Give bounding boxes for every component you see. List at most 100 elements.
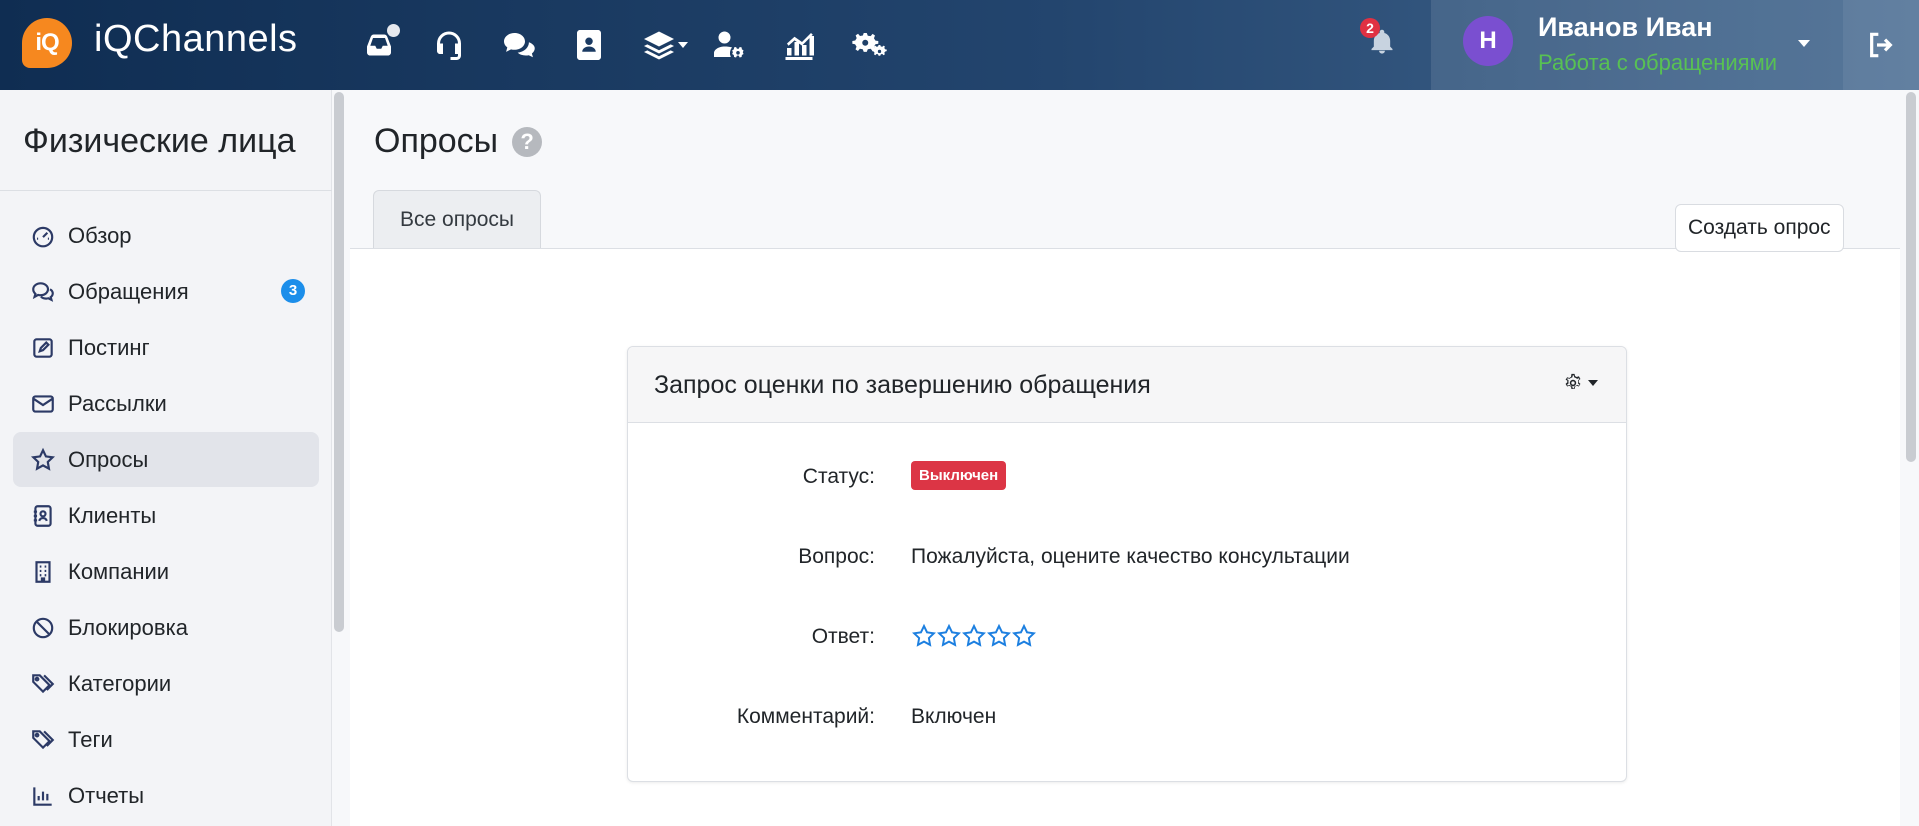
chevron-down-icon xyxy=(678,42,688,48)
user-name: Иванов Иван xyxy=(1538,12,1713,42)
sidebar-item-label: Отчеты xyxy=(68,782,145,808)
avatar: H xyxy=(1463,16,1513,66)
user-menu[interactable]: H Иванов Иван Работа с обращениями xyxy=(1431,0,1843,90)
nav-layers[interactable] xyxy=(624,24,694,66)
logo-text: iQ xyxy=(35,29,59,56)
sidebar-item-label: Обращения xyxy=(68,278,189,304)
rating-stars xyxy=(911,623,1036,649)
sidebar-item-reports[interactable]: Отчеты xyxy=(13,768,319,823)
contacts-icon xyxy=(577,30,601,60)
question-value: Пожалуйста, оцените качество консультаци… xyxy=(911,545,1350,568)
contact-card-icon xyxy=(33,504,52,527)
survey-settings-dropdown[interactable] xyxy=(1562,372,1598,394)
sidebar-item-companies[interactable]: Компании xyxy=(13,544,319,599)
ban-icon xyxy=(32,617,54,638)
brand-name[interactable]: iQChannels xyxy=(94,18,298,61)
star-icon xyxy=(962,623,986,647)
star-icon xyxy=(937,623,961,647)
headset-icon xyxy=(437,31,461,60)
survey-card: Запрос оценки по завершению обращения Ст… xyxy=(627,346,1627,782)
sidebar-item-label: Постинг xyxy=(68,334,150,360)
user-status: Работа с обращениями xyxy=(1538,50,1777,75)
sidebar-item-label: Рассылки xyxy=(68,390,167,416)
sidebar-item-surveys[interactable]: Опросы xyxy=(13,432,319,487)
tags-icon xyxy=(32,729,55,749)
inbox-unread-dot xyxy=(387,24,400,37)
question-label: Вопрос: xyxy=(798,545,875,568)
layers-icon xyxy=(644,31,674,60)
status-row: Статус: Выключен xyxy=(628,459,1628,499)
sidebar-item-label: Клиенты xyxy=(68,502,157,528)
answer-row: Ответ: xyxy=(628,619,1628,659)
sidebar-item-blocking[interactable]: Блокировка xyxy=(13,600,319,655)
sidebar-item-label: Блокировка xyxy=(68,614,188,640)
sidebar-item-posting[interactable]: Постинг xyxy=(13,320,319,375)
sidebar-item-label: Обзор xyxy=(68,222,132,248)
nav-inbox[interactable] xyxy=(344,24,414,66)
star-icon xyxy=(912,623,936,647)
chevron-down-icon xyxy=(1588,380,1598,386)
sidebar-item-label: Теги xyxy=(68,726,113,752)
answer-label: Ответ: xyxy=(811,625,875,648)
nav-user-settings[interactable] xyxy=(694,24,764,66)
create-survey-button[interactable]: Создать опрос xyxy=(1675,204,1844,252)
notifications-button[interactable]: 2 xyxy=(1360,18,1402,62)
nav-support[interactable] xyxy=(414,24,484,66)
user-cog-icon xyxy=(714,31,744,58)
nav-analytics[interactable] xyxy=(764,24,834,66)
iqchannels-logo[interactable]: iQ xyxy=(22,18,72,68)
tab-all-surveys[interactable]: Все опросы xyxy=(373,190,542,249)
question-row: Вопрос: Пожалуйста, оцените качество кон… xyxy=(628,539,1628,579)
sidebar-item-label: Опросы xyxy=(68,446,149,472)
logout-button[interactable] xyxy=(1843,0,1919,90)
top-navbar: iQ iQChannels 2 H Иванов Иван Работа с о… xyxy=(0,0,1919,90)
sidebar-item-clients[interactable]: Клиенты xyxy=(13,488,319,543)
comment-value: Включен xyxy=(911,705,997,728)
tags-icon xyxy=(32,673,55,693)
chat-bubbles-icon xyxy=(32,281,54,302)
page-title-text: Опросы xyxy=(374,122,499,160)
page-title: Опросы ? xyxy=(374,122,543,161)
star-icon xyxy=(1012,623,1036,647)
help-icon[interactable]: ? xyxy=(512,126,543,157)
nav-chats[interactable] xyxy=(484,24,554,66)
analytics-icon xyxy=(785,33,814,60)
survey-card-header: Запрос оценки по завершению обращения xyxy=(628,347,1626,423)
sidebar-title: Физические лица xyxy=(23,122,296,160)
chevron-down-icon xyxy=(1798,40,1810,47)
gear-icon xyxy=(1565,373,1581,389)
notifications-count-badge: 2 xyxy=(1360,18,1380,38)
sidebar-item-categories[interactable]: Категории xyxy=(13,656,319,711)
nav-settings[interactable] xyxy=(834,24,904,66)
star-icon xyxy=(987,623,1011,647)
main-scrollbar[interactable] xyxy=(1906,92,1916,462)
sidebar-item-label: Компании xyxy=(68,558,170,584)
sidebar-item-overview[interactable]: Обзор xyxy=(13,208,319,263)
sidebar-item-requests[interactable]: Обращения 3 xyxy=(13,264,319,319)
sidebar: Физические лица Обзор Обращения 3 Постин… xyxy=(0,90,332,826)
star-icon xyxy=(30,447,56,471)
sidebar-list: Обзор Обращения 3 Постинг Рассылки Опрос… xyxy=(13,208,319,824)
comment-row: Комментарий: Включен xyxy=(628,699,1628,739)
sidebar-item-tags[interactable]: Теги xyxy=(13,712,319,767)
chats-icon xyxy=(504,33,535,58)
main-nav xyxy=(344,24,904,66)
comment-label: Комментарий: xyxy=(736,705,875,728)
divider xyxy=(0,190,332,191)
survey-title: Запрос оценки по завершению обращения xyxy=(654,371,1151,399)
sidebar-scrollbar[interactable] xyxy=(334,92,344,632)
count-badge: 3 xyxy=(281,279,305,303)
bar-chart-icon xyxy=(33,786,52,806)
sidebar-item-mailings[interactable]: Рассылки xyxy=(13,376,319,431)
envelope-icon xyxy=(32,394,54,413)
nav-contacts[interactable] xyxy=(554,24,624,66)
status-label: Статус: xyxy=(802,465,875,488)
building-icon xyxy=(35,560,51,583)
edit-icon xyxy=(33,337,53,358)
settings-icon xyxy=(852,33,887,56)
dashboard-icon xyxy=(32,226,54,247)
sidebar-item-label: Категории xyxy=(68,670,172,696)
status-badge: Выключен xyxy=(911,461,1007,490)
main-content: Опросы ? Все опросы Создать опрос Запрос… xyxy=(350,90,1900,826)
logout-icon xyxy=(1870,32,1893,58)
